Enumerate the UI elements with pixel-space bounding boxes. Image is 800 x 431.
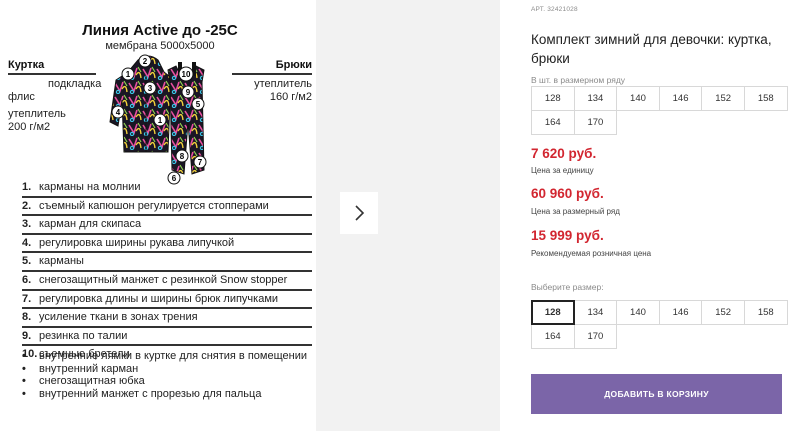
- jacket-insulation: утеплитель: [8, 108, 66, 120]
- product-title: Комплект зимний для девочки: куртка, брю…: [531, 32, 772, 66]
- info-subtitle: мембрана 5000x5000: [105, 40, 215, 52]
- pack-sizes-label: В шт. в размерном ряду: [531, 75, 626, 85]
- feature-list: 1. карманы на молнии 2. съемный капюшон ре…: [22, 181, 312, 361]
- pack-sizes-grid: 128 134 140 146 152 158 164 170: [531, 86, 788, 135]
- size-option[interactable]: 140: [616, 300, 660, 325]
- size-option[interactable]: 134: [573, 300, 618, 325]
- size-option[interactable]: 152: [701, 300, 745, 325]
- pack-size-cell: 152: [701, 86, 745, 111]
- feature-item: 8. усиление ткани в зонах трения: [22, 311, 198, 324]
- divider: [22, 288, 312, 291]
- divider: [22, 232, 312, 235]
- info-title: Линия Active до -25С: [82, 22, 238, 39]
- jacket-heading: Куртка: [8, 59, 96, 75]
- gallery-next-button[interactable]: [340, 192, 378, 234]
- size-option[interactable]: 164: [531, 324, 575, 349]
- marker-1: 1: [126, 70, 131, 79]
- product-info-image: Линия Active до -25С мембрана 5000x5000 …: [0, 0, 316, 431]
- marker-1b: 1: [158, 116, 163, 125]
- extra-feature-item: • внутренние лямки в куртке для снятия в …: [22, 350, 307, 362]
- extra-feature-item: • внутренний манжет с прорезью для пальца: [22, 387, 262, 400]
- extra-feature-item: • снегозащитная юбка: [22, 375, 145, 388]
- pack-size-cell: 164: [531, 110, 575, 135]
- feature-item: 6. снегозащитный манжет с резинкой Snow s…: [22, 273, 288, 286]
- marker-3: 3: [148, 84, 153, 93]
- price-size-row: 60 960 руб.: [531, 186, 604, 201]
- price-retail-note: Рекомендуемая розничная цена: [531, 249, 652, 258]
- feature-item: 4. регулировка ширины рукава липучкой: [22, 236, 235, 249]
- divider: [22, 269, 312, 272]
- feature-item: 1. карманы на молнии: [22, 181, 141, 193]
- pack-size-cell: 158: [743, 86, 788, 111]
- garment-illustration: 2 1 3 4 1 10 9 5 8 7 6: [109, 54, 207, 185]
- pants-heading: Брюки: [232, 59, 312, 75]
- jacket-fleece: флис: [8, 91, 35, 103]
- pack-size-cell: 128: [531, 86, 575, 111]
- marker-7: 7: [198, 158, 203, 167]
- extra-feature-item: • внутренний карман: [22, 362, 139, 375]
- add-to-cart-button[interactable]: ДОБАВИТЬ В КОРЗИНУ: [531, 374, 782, 414]
- feature-item: 5. карманы: [22, 255, 84, 268]
- price-retail: 15 999 руб.: [531, 228, 604, 243]
- size-option[interactable]: 158: [743, 300, 788, 325]
- size-option[interactable]: 146: [658, 300, 703, 325]
- jacket-insulation-weight: 200 г/м2: [8, 121, 51, 133]
- pants-insulation: утеплитель: [254, 78, 312, 90]
- choose-size-label: Выберите размер:: [531, 282, 604, 292]
- marker-4: 4: [116, 108, 121, 117]
- price-unit-note: Цена за единицу: [531, 166, 594, 175]
- price-size-row-note: Цена за размерный ряд: [531, 207, 620, 216]
- feature-item: 9. резинка по талии: [22, 329, 128, 342]
- divider: [22, 195, 312, 198]
- size-option[interactable]: 170: [573, 324, 618, 349]
- size-option-selected[interactable]: 128: [531, 300, 575, 325]
- marker-8: 8: [180, 152, 185, 161]
- pack-size-cell: 170: [573, 110, 618, 135]
- pack-size-cell: 134: [573, 86, 618, 111]
- marker-9: 9: [186, 88, 191, 97]
- divider: [22, 325, 312, 328]
- jacket-lining: подкладка: [48, 78, 102, 90]
- chevron-right-icon: [355, 205, 365, 221]
- pack-size-cell: 140: [616, 86, 660, 111]
- size-selector: 128 134 140 146 152 158 164 170: [531, 300, 788, 349]
- divider: [22, 251, 312, 254]
- pack-size-cell: 146: [658, 86, 703, 111]
- divider: [22, 214, 312, 217]
- price-unit: 7 620 руб.: [531, 146, 597, 161]
- marker-5: 5: [196, 100, 201, 109]
- pants-insulation-weight: 160 г/м2: [269, 91, 312, 103]
- article-number: АРТ. 32421028: [531, 6, 578, 13]
- marker-10: 10: [182, 70, 191, 79]
- marker-2: 2: [143, 57, 148, 66]
- divider: [22, 344, 312, 347]
- divider: [22, 307, 312, 310]
- extra-features-list: • внутренние лямки в куртке для снятия в …: [22, 350, 312, 400]
- feature-item: 7. регулировка длины и ширины брюк липучк…: [22, 292, 279, 305]
- feature-item: 3. карман для скипаса: [22, 218, 142, 231]
- feature-item: 2. съемный капюшон регулируется стопперам…: [22, 199, 269, 212]
